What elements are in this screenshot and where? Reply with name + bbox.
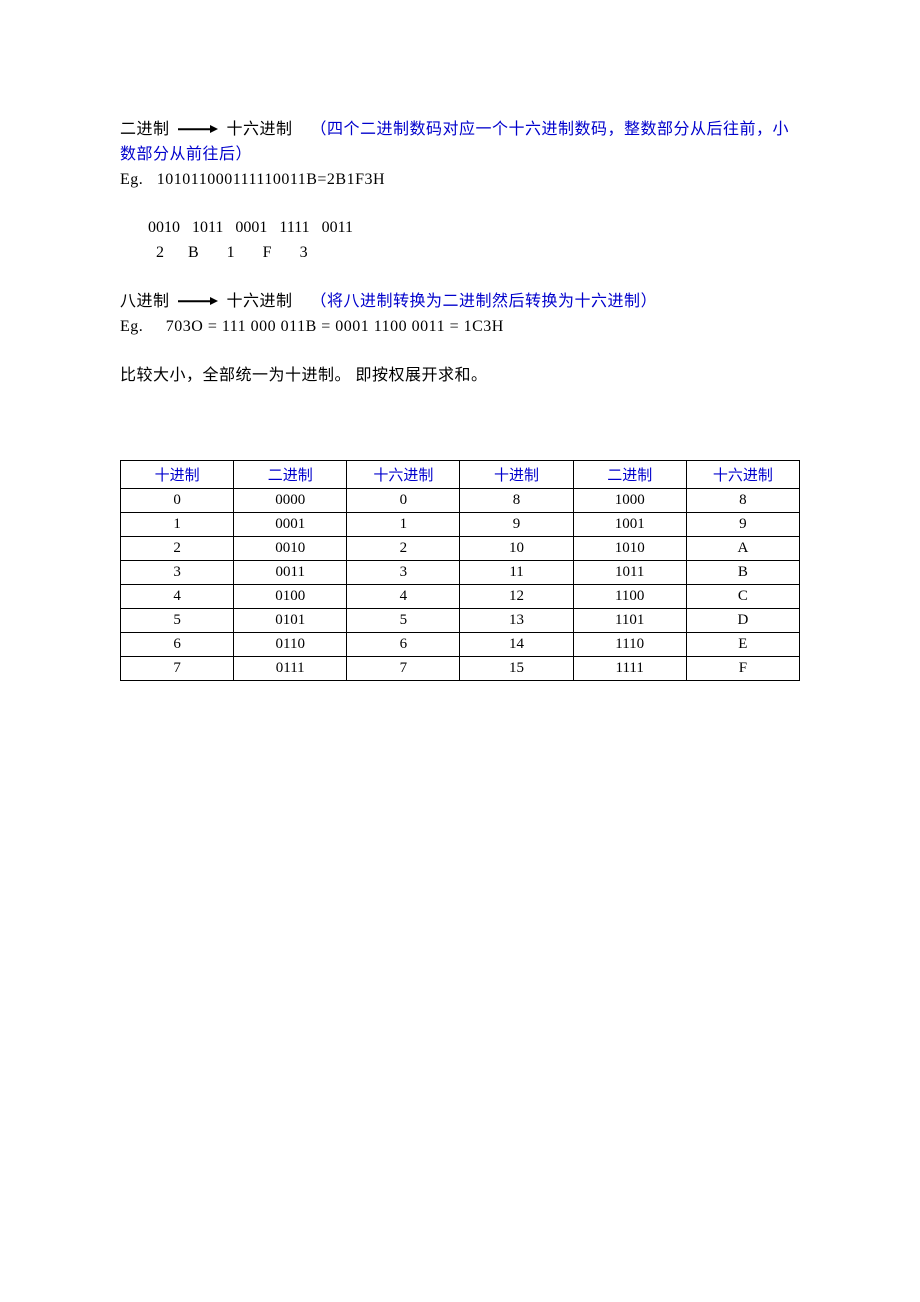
table-cell: 0100 [234, 585, 347, 609]
table-cell: 1101 [573, 609, 686, 633]
table-cell: 0011 [234, 561, 347, 585]
table-cell: 0000 [234, 489, 347, 513]
table-cell: 1 [347, 513, 460, 537]
table-cell: 2 [347, 537, 460, 561]
section2-eg: Eg. 703O = 111 000 011B = 0001 1100 0011… [120, 315, 800, 340]
section1-bin-values: 0010 1011 0001 1111 0011 [148, 219, 353, 236]
section1-bin-row: 0010 1011 0001 1111 0011 [120, 216, 800, 241]
section1-rule: 二进制 十六进制 （四个二进制数码对应一个十六进制数码，整数部分从后往前，小数部… [120, 118, 800, 168]
table-cell: D [686, 609, 799, 633]
table-header: 十进制 [460, 461, 573, 489]
section1-eg-expr: 101011000111110011B=2B1F3H [157, 171, 385, 188]
table-cell: 7 [347, 657, 460, 681]
section1-note-close: ） [236, 146, 253, 163]
table-header: 十六进制 [686, 461, 799, 489]
table-cell: 12 [460, 585, 573, 609]
section1-note-open: （ [311, 121, 328, 138]
table-cell: 1110 [573, 633, 686, 657]
section1-eg-label: Eg. [120, 171, 143, 188]
table-cell: 0110 [234, 633, 347, 657]
table-cell: 8 [686, 489, 799, 513]
section2-to: 十六进制 [227, 293, 293, 310]
table-cell: E [686, 633, 799, 657]
table-cell: 0111 [234, 657, 347, 681]
table-row: 100011910019 [121, 513, 800, 537]
table-cell: 8 [460, 489, 573, 513]
table-cell: 7 [121, 657, 234, 681]
table-header: 十六进制 [347, 461, 460, 489]
table-cell: 1010 [573, 537, 686, 561]
conversion-table: 十进制 二进制 十六进制 十进制 二进制 十六进制 00000081000810… [120, 460, 800, 681]
table-cell: 4 [347, 585, 460, 609]
table-cell: 1111 [573, 657, 686, 681]
section2-from: 八进制 [120, 293, 170, 310]
table-row: 401004121100C [121, 585, 800, 609]
table-cell: 0101 [234, 609, 347, 633]
table-cell: 4 [121, 585, 234, 609]
table-cell: 11 [460, 561, 573, 585]
table-cell: 1 [121, 513, 234, 537]
arrow-icon [178, 296, 218, 306]
arrow-icon [178, 124, 218, 134]
section1-to: 十六进制 [227, 121, 293, 138]
table-cell: F [686, 657, 799, 681]
table-cell: 1011 [573, 561, 686, 585]
document-page: 二进制 十六进制 （四个二进制数码对应一个十六进制数码，整数部分从后往前，小数部… [0, 0, 920, 1302]
table-cell: 13 [460, 609, 573, 633]
table-header-row: 十进制 二进制 十六进制 十进制 二进制 十六进制 [121, 461, 800, 489]
table-cell: 1001 [573, 513, 686, 537]
table-cell: 5 [347, 609, 460, 633]
section1-eg: Eg. 101011000111110011B=2B1F3H [120, 168, 800, 193]
table-cell: 6 [347, 633, 460, 657]
section2-eg-expr: 703O = 111 000 011B = 0001 1100 0011 = 1… [166, 318, 504, 335]
table-cell: A [686, 537, 799, 561]
section1-hex-row: 2 B 1 F 3 [120, 241, 800, 266]
table-cell: 1100 [573, 585, 686, 609]
section2-eg-label: Eg. [120, 318, 143, 335]
table-header: 二进制 [573, 461, 686, 489]
table-row: 601106141110E [121, 633, 800, 657]
section2-note: 将八进制转换为二进制然后转换为十六进制 [327, 293, 641, 310]
table-cell: 2 [121, 537, 234, 561]
table-cell: 0001 [234, 513, 347, 537]
table-row: 200102101010A [121, 537, 800, 561]
section1-from: 二进制 [120, 121, 170, 138]
section2-rule: 八进制 十六进制 （将八进制转换为二进制然后转换为十六进制） [120, 290, 800, 315]
table-cell: C [686, 585, 799, 609]
table-row: 701117151111F [121, 657, 800, 681]
table-cell: 3 [121, 561, 234, 585]
section2-note-open: （ [311, 293, 328, 310]
table-cell: 15 [460, 657, 573, 681]
table-cell: 9 [686, 513, 799, 537]
section1-note: 四个二进制数码对应一个十六进制数码，整数部分从后往前，小数部分从前往后 [120, 121, 789, 163]
table-cell: 9 [460, 513, 573, 537]
section3-text: 比较大小，全部统一为十进制。 即按权展开求和。 [120, 364, 800, 389]
table-body: 000000810008100011910019200102101010A300… [121, 489, 800, 681]
table-cell: 1000 [573, 489, 686, 513]
table-header: 十进制 [121, 461, 234, 489]
table-cell: 0010 [234, 537, 347, 561]
table-row: 501015131101D [121, 609, 800, 633]
table-cell: 5 [121, 609, 234, 633]
table-cell: 0 [347, 489, 460, 513]
table-cell: 14 [460, 633, 573, 657]
table-cell: 3 [347, 561, 460, 585]
table-cell: 10 [460, 537, 573, 561]
table-row: 300113111011B [121, 561, 800, 585]
table-header: 二进制 [234, 461, 347, 489]
table-cell: B [686, 561, 799, 585]
table-cell: 6 [121, 633, 234, 657]
section1-hex-values: 2 B 1 F 3 [148, 244, 308, 261]
section2-note-close: ） [641, 293, 658, 310]
table-cell: 0 [121, 489, 234, 513]
table-row: 000000810008 [121, 489, 800, 513]
